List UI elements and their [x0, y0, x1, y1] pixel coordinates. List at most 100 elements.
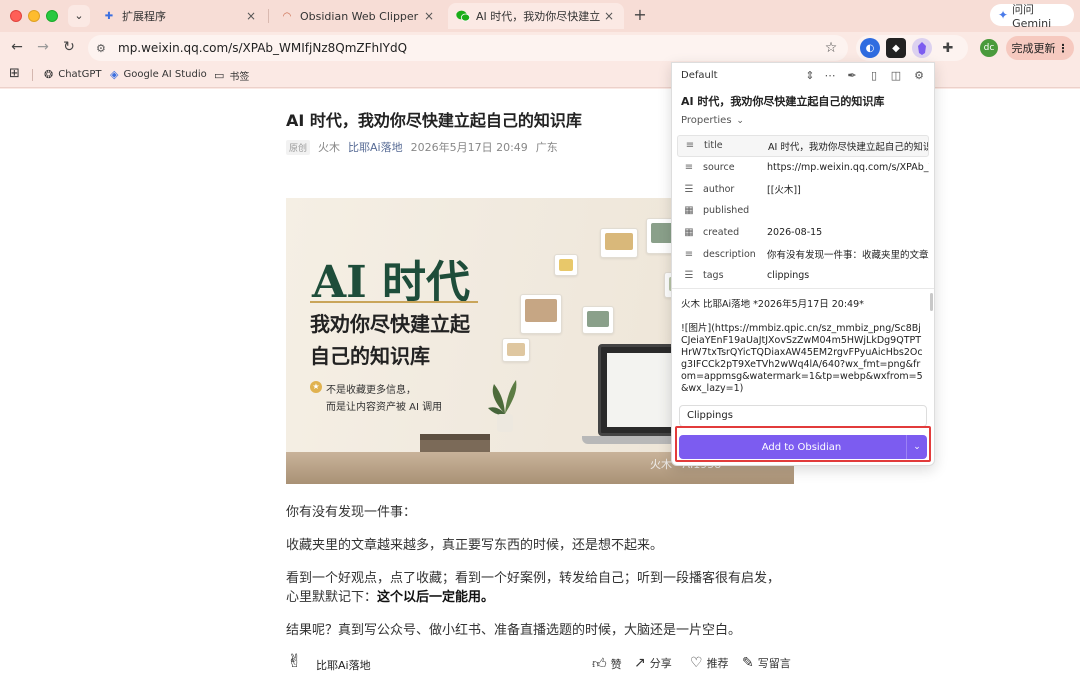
side-panel-icon[interactable]: ◫ — [889, 69, 903, 82]
floating-card — [502, 338, 530, 362]
note-content-line: 火木 比耶Ai落地 *2026年5月17日 20:49* — [681, 299, 864, 310]
add-to-obsidian-button[interactable]: Add to Obsidian ⌄ — [679, 435, 927, 459]
note-content-line: ![图片](https://mmbiz.qpic.cn/sz_mmbiz_png… — [681, 323, 923, 394]
vault-folder-input[interactable]: Clippings — [679, 405, 927, 427]
property-key: created — [703, 227, 740, 239]
url-text[interactable]: mp.weixin.qq.com/s/XPAb_WMIfjNz8QmZFhIYd… — [118, 41, 820, 55]
share-label: 分享 — [649, 657, 672, 670]
text-lines-icon: ≡ — [684, 248, 694, 260]
arrow-right-icon: → — [37, 39, 49, 55]
property-value[interactable]: 你有没有发现一件事：收藏夹里的文章越来越多 — [767, 247, 929, 261]
reload-button[interactable]: ↻ — [60, 38, 78, 56]
properties-toggle[interactable]: Properties ⌄ — [681, 115, 744, 126]
tab-title: 扩展程序 — [122, 10, 166, 23]
note-content-editor[interactable]: 火木 比耶Ai落地 *2026年5月17日 20:49* ![图片](https… — [681, 299, 925, 395]
browser-toolbar: ← → ↻ ⚙ mp.weixin.qq.com/s/XPAb_WMIfjNz8… — [0, 32, 1080, 62]
profile-avatar[interactable]: dc — [980, 39, 998, 57]
extensions-puzzle-icon[interactable]: ✚ — [938, 38, 958, 58]
extension-globe-icon[interactable]: ◐ — [860, 38, 880, 58]
account-link[interactable]: 比耶Ai落地 — [348, 139, 403, 155]
article-meta: 原创 火木 比耶Ai落地 2026年5月17日 20:49 广东 — [286, 139, 558, 155]
highlighter-icon[interactable]: ✒ — [845, 69, 859, 82]
rainbow-icon: ◠ — [282, 10, 292, 22]
account-avatar[interactable]: ✌ — [287, 651, 307, 675]
tab-extensions[interactable]: ✚ 扩展程序 × — [94, 3, 266, 29]
close-window-button[interactable] — [10, 10, 22, 22]
site-settings-icon[interactable]: ⚙ — [96, 42, 118, 55]
property-value[interactable]: 2026-08-15 — [767, 227, 929, 238]
maximize-window-button[interactable] — [46, 10, 58, 22]
property-row[interactable]: ☰ tags clippings — [677, 265, 929, 287]
tab-obsidian-clipper[interactable]: ◠ Obsidian Web Clipper - Chrom × — [272, 3, 444, 29]
finish-update-button[interactable]: 完成更新 ⋮ — [1006, 36, 1074, 60]
tab-title: AI 时代，我劝你尽快建立自己 — [476, 10, 602, 23]
paragraph-bold-text: 这个以后一定能用。 — [377, 590, 495, 605]
tab-search-button[interactable]: ⌄ — [68, 5, 90, 27]
property-row[interactable]: ☰ author [[火木]] — [677, 178, 929, 200]
obsidian-clipper-popup: Default ⇕ ⋯ ✒ ▯ ◫ ⚙ AI 时代，我劝你尽快建立起自己的知识库… — [671, 62, 935, 466]
minimize-window-button[interactable] — [28, 10, 40, 22]
property-row[interactable]: ≡ title AI 时代，我劝你尽快建立起自己的知识库 — [677, 135, 929, 157]
obsidian-clipper-icon[interactable] — [912, 38, 932, 58]
apps-grid-icon[interactable]: ⊞ — [9, 66, 20, 81]
chevron-down-icon[interactable]: ⌄ — [907, 442, 927, 452]
comment-button[interactable]: ✎ 写留言 — [742, 655, 791, 671]
close-icon[interactable]: × — [602, 9, 616, 23]
like-button[interactable]: 👍︎ 赞 — [592, 655, 622, 672]
property-key: source — [703, 162, 735, 174]
reader-icon[interactable]: ▯ — [867, 69, 881, 82]
property-row[interactable]: ≡ source https://mp.weixin.qq.com/s/XPAb… — [677, 157, 929, 179]
arrow-left-icon: ← — [11, 39, 23, 55]
paragraph: 心里默默记下：这个以后一定能用。 — [286, 586, 494, 605]
update-label: 完成更新 — [1011, 42, 1056, 55]
bookmark-chatgpt[interactable]: ❂ ChatGPT — [44, 68, 101, 81]
recommend-label: 推荐 — [706, 657, 729, 670]
recommend-button[interactable]: ♡ 推荐 — [690, 655, 729, 671]
reload-icon: ↻ — [63, 39, 75, 55]
books-illustration — [420, 434, 490, 452]
properties-list: ≡ title AI 时代，我劝你尽快建立起自己的知识库 ≡ source ht… — [677, 135, 929, 287]
bookmark-google-ai-studio[interactable]: ◈ Google AI Studio — [110, 68, 207, 81]
property-value[interactable]: https://mp.weixin.qq.com/s/XPAb_WMIfjNz8… — [767, 162, 929, 173]
list-icon: ☰ — [684, 270, 694, 282]
share-button[interactable]: ↗ 分享 — [634, 655, 672, 671]
close-icon[interactable]: × — [244, 9, 258, 23]
tab-article[interactable]: AI 时代，我劝你尽快建立自己 × — [448, 3, 624, 29]
properties-label: Properties — [681, 115, 732, 126]
property-key: tags — [703, 270, 724, 282]
ask-gemini-button[interactable]: ✦ 问问 Gemini — [990, 3, 1074, 30]
thumbs-up-icon: 👍︎ — [592, 656, 607, 672]
property-value[interactable]: clippings — [767, 270, 929, 281]
property-row[interactable]: ▦ created 2026-08-15 — [677, 222, 929, 244]
forward-button[interactable]: → — [34, 38, 52, 56]
pencil-icon: ✎ — [742, 655, 754, 671]
article-location: 广东 — [535, 141, 558, 154]
template-switch-icon[interactable]: ⇕ — [803, 69, 817, 82]
article-author: 火木 — [318, 141, 341, 154]
close-icon[interactable]: × — [422, 9, 436, 23]
back-button[interactable]: ← — [8, 38, 26, 56]
more-options-icon[interactable]: ⋯ — [823, 69, 837, 82]
extensions-group: ◐ ◆ ✚ — [856, 35, 968, 61]
note-title[interactable]: AI 时代，我劝你尽快建立起自己的知识库 — [681, 93, 884, 109]
calendar-icon: ▦ — [684, 205, 694, 217]
comment-label: 写留言 — [757, 657, 791, 670]
content-scrollbar[interactable] — [930, 293, 933, 311]
wechat-icon — [456, 9, 470, 23]
settings-gear-icon[interactable]: ⚙ — [912, 69, 926, 82]
bookmark-label: 书签 — [229, 72, 250, 83]
address-bar[interactable]: ⚙ mp.weixin.qq.com/s/XPAb_WMIfjNz8QmZFhI… — [88, 35, 848, 61]
property-value[interactable]: AI 时代，我劝你尽快建立起自己的知识库 — [768, 139, 928, 153]
property-row[interactable]: ▦ published — [677, 200, 929, 222]
property-row[interactable]: ≡ description 你有没有发现一件事：收藏夹里的文章越来越多 — [677, 243, 929, 265]
template-selector[interactable]: Default — [681, 70, 718, 81]
new-tab-button[interactable]: + — [630, 5, 650, 25]
account-name[interactable]: 比耶Ai落地 — [316, 657, 371, 673]
article-date: 2026年5月17日 20:49 — [410, 141, 528, 154]
hero-subtitle-1: 我劝你尽快建立起 — [310, 312, 470, 336]
bookmark-folder[interactable]: ▭ 书签 — [214, 68, 249, 83]
property-value[interactable]: [[火木]] — [767, 182, 929, 196]
bookmark-star-icon[interactable]: ☆ — [820, 40, 842, 56]
add-to-obsidian-label: Add to Obsidian — [761, 441, 842, 453]
extension-app-icon[interactable]: ◆ — [886, 38, 906, 58]
